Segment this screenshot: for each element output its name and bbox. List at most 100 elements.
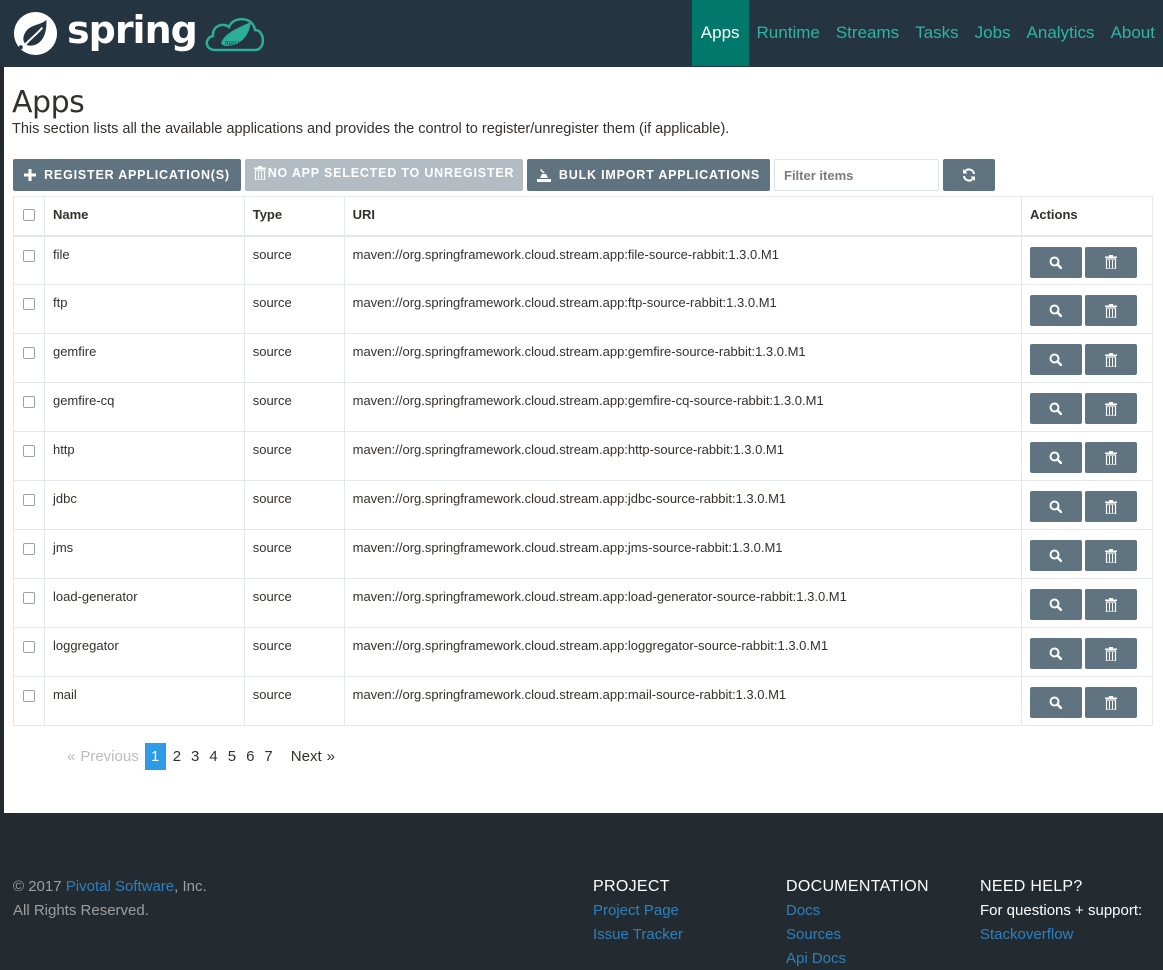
app-type: source [243, 676, 345, 726]
row-actions [1020, 578, 1154, 628]
pagination-previous[interactable]: « Previous [58, 743, 145, 770]
app-name: jms [43, 529, 245, 579]
next-label: Next [290, 748, 322, 765]
docs-link[interactable]: Docs [786, 899, 929, 923]
row-checkbox[interactable] [23, 494, 35, 506]
apps-table: Name Type URI Actions file source maven://… [13, 196, 1154, 726]
refresh-button[interactable] [943, 159, 995, 191]
view-details-button[interactable] [1029, 638, 1082, 669]
row-select-cell [13, 382, 45, 432]
issue-tracker-link[interactable]: Issue Tracker [593, 923, 683, 947]
row-checkbox[interactable] [23, 690, 35, 702]
footer-project-heading: PROJECT [593, 878, 670, 895]
view-details-button[interactable] [1029, 295, 1082, 326]
unregister-app-button[interactable] [1084, 589, 1137, 620]
nav-runtime[interactable]: Runtime [749, 0, 828, 66]
column-header-name[interactable]: Name [43, 196, 245, 237]
api-docs-link[interactable]: Api Docs [786, 947, 929, 970]
footer-help: NEED HELP? For questions + support: Stac… [980, 875, 1142, 947]
row-checkbox[interactable] [23, 445, 35, 457]
row-actions [1020, 676, 1154, 726]
cloud-leaf-icon: 010110 [205, 17, 264, 52]
nav-analytics[interactable]: Analytics [1019, 0, 1103, 66]
footer-help-text: For questions + support: [980, 902, 1143, 919]
app-name: gemfire-cq [43, 382, 245, 432]
page-4[interactable]: 4 [205, 743, 223, 770]
view-details-button[interactable] [1029, 540, 1082, 571]
app-name: file [43, 235, 245, 285]
nav-tasks[interactable]: Tasks [907, 0, 966, 66]
unregister-app-button[interactable] [1084, 687, 1137, 718]
sources-link[interactable]: Sources [786, 923, 929, 947]
nav-apps[interactable]: Apps [691, 0, 749, 66]
row-checkbox[interactable] [23, 592, 35, 604]
page-5[interactable]: 5 [224, 743, 242, 770]
app-type: source [243, 333, 345, 383]
select-all-cell [13, 196, 45, 237]
search-icon [1049, 696, 1063, 709]
view-details-button[interactable] [1029, 393, 1082, 424]
nav-streams[interactable]: Streams [828, 0, 907, 66]
unregister-app-button[interactable] [1084, 638, 1137, 669]
unregister-app-button[interactable] [1084, 540, 1137, 571]
filter-input[interactable] [774, 159, 939, 191]
app-uri: maven://org.springframework.cloud.stream… [343, 333, 1022, 383]
pagination: « Previous 1 2 3 4 5 6 7 Next » [58, 743, 344, 770]
nav-about[interactable]: About [1103, 0, 1163, 66]
pagination-next[interactable]: Next » [279, 743, 344, 770]
previous-arrow-icon: « [67, 748, 76, 765]
column-header-uri[interactable]: URI [343, 196, 1022, 237]
unregister-app-button[interactable] [1084, 246, 1137, 278]
page-3[interactable]: 3 [187, 743, 205, 770]
register-application-button[interactable]: Register Application(s) [13, 159, 241, 191]
page-title: Apps [12, 85, 85, 120]
row-checkbox[interactable] [23, 396, 35, 408]
view-details-button[interactable] [1029, 344, 1082, 375]
app-name: ftp [43, 284, 245, 334]
column-header-type[interactable]: Type [243, 196, 345, 237]
view-details-button[interactable] [1029, 687, 1082, 718]
unregister-app-button[interactable] [1084, 393, 1137, 424]
footer-documentation: DOCUMENTATION Docs Sources Api Docs [786, 875, 929, 970]
view-details-button[interactable] [1029, 246, 1082, 278]
view-details-button[interactable] [1029, 589, 1082, 620]
row-checkbox[interactable] [23, 298, 35, 310]
search-icon [1049, 598, 1063, 611]
bulk-import-button[interactable]: Bulk Import Applications [527, 159, 770, 191]
view-details-button[interactable] [1029, 491, 1082, 522]
table-row: jdbc source maven://org.springframework.cl… [13, 480, 1154, 530]
import-icon [536, 168, 551, 182]
page-1[interactable]: 1 [144, 743, 166, 770]
unregister-button[interactable]: No App selected to unregister [245, 159, 523, 191]
trash-icon [1104, 548, 1117, 563]
app-uri: maven://org.springframework.cloud.stream… [343, 480, 1022, 530]
row-checkbox[interactable] [23, 249, 35, 262]
page-2[interactable]: 2 [169, 743, 187, 770]
row-select-cell [13, 529, 45, 579]
unregister-app-button[interactable] [1084, 442, 1137, 473]
app-type: source [243, 578, 345, 628]
row-actions [1020, 431, 1154, 481]
app-uri: maven://org.springframework.cloud.stream… [343, 235, 1022, 285]
rights-reserved: All Rights Reserved. [13, 902, 149, 919]
row-checkbox[interactable] [23, 347, 35, 359]
row-actions [1020, 235, 1154, 285]
app-type: source [243, 480, 345, 530]
pivotal-link[interactable]: Pivotal Software [66, 878, 174, 895]
spring-logo[interactable]: spring 010110 [12, 8, 267, 57]
unregister-app-button[interactable] [1084, 295, 1137, 326]
stackoverflow-link[interactable]: Stackoverflow [980, 923, 1142, 947]
page-7[interactable]: 7 [260, 743, 278, 770]
page-6[interactable]: 6 [242, 743, 260, 770]
table-row: file source maven://org.springframework.cl… [13, 235, 1154, 285]
row-checkbox[interactable] [23, 543, 35, 555]
row-checkbox[interactable] [23, 641, 35, 653]
project-page-link[interactable]: Project Page [593, 899, 683, 923]
view-details-button[interactable] [1029, 442, 1082, 473]
unregister-app-button[interactable] [1084, 491, 1137, 522]
select-all-checkbox[interactable] [23, 209, 35, 221]
trash-icon [1104, 303, 1117, 318]
trash-icon [1104, 255, 1117, 269]
nav-jobs[interactable]: Jobs [967, 0, 1019, 66]
unregister-app-button[interactable] [1084, 344, 1137, 375]
